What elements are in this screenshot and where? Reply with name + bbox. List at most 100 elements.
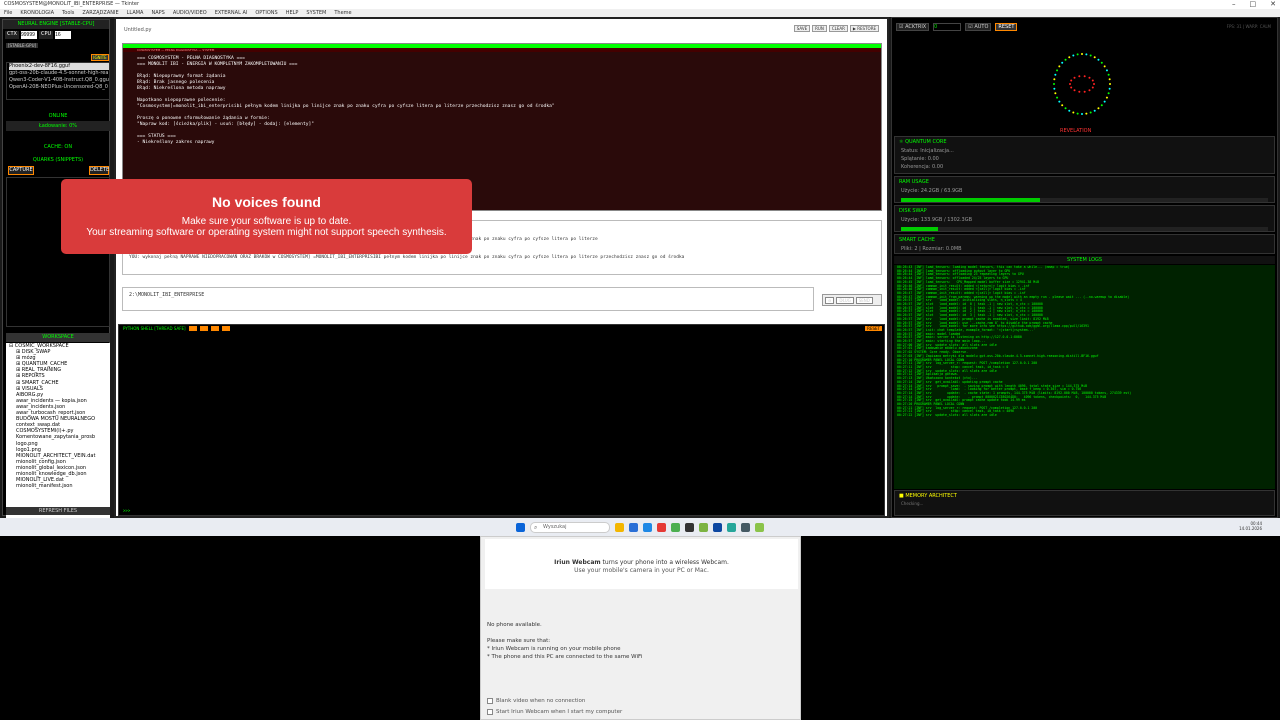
maximize-icon[interactable]: □	[1250, 0, 1257, 9]
acktrix-toggle[interactable]: ☑ ACKTRIX	[896, 23, 930, 31]
menu-item-4[interactable]: LLAMA	[127, 9, 144, 17]
shell-prompt[interactable]: >>>	[123, 508, 130, 513]
menu-item-11[interactable]: Theme	[334, 9, 351, 17]
orbit-core-dot	[1073, 76, 1076, 79]
tree-item[interactable]: Komentowane_zapytania_prosb	[9, 434, 110, 440]
orbit-dot	[1093, 109, 1096, 112]
cpu-input[interactable]	[55, 31, 72, 39]
webcam-tagline: turns your phone into a wireless Webcam.	[600, 559, 729, 566]
taskbar-clock[interactable]: 00:44 14.01.2026	[1239, 521, 1262, 531]
engine-status: ONLINE	[48, 113, 68, 119]
orbit-dot	[1105, 96, 1108, 99]
menu-item-10[interactable]: SYSTEM	[306, 9, 326, 17]
quantum-coherence: Koherencja: 0.00	[901, 164, 944, 170]
terminal-icon[interactable]	[685, 522, 694, 532]
orbit-dot	[1097, 107, 1100, 110]
tool-icon[interactable]	[699, 522, 708, 532]
system-logs[interactable]: 00:26:43 [INF] load_tensors: loading mod…	[894, 265, 1275, 489]
orbit-dot	[1061, 61, 1064, 64]
menu-bar: File KRONOLOGIA Tools ZARZĄDZANIE LLAMA NAPS A…	[0, 9, 1280, 17]
send-button[interactable]: SEND	[855, 296, 873, 304]
ctx-label: CTX	[5, 31, 19, 39]
orbit-dot	[1064, 58, 1067, 61]
model-option[interactable]: gpt-oss-20b-claude-4.5-sonnet-high-rea	[9, 70, 109, 77]
ctx-row: CTX CPU	[3, 29, 109, 41]
orbit-dot	[1085, 53, 1088, 56]
shell-btn-4[interactable]	[221, 326, 230, 331]
tree-item[interactable]: mionolit_manifest.json	[9, 483, 110, 489]
shell-reset-button[interactable]: RESET	[865, 326, 882, 331]
model-option[interactable]: OpenAI-20B-NEOPlus-Uncensored-Q8_0	[9, 84, 109, 91]
menu-item-5[interactable]: NAPS	[151, 9, 164, 17]
orbit-dot	[1058, 100, 1061, 103]
visual-reset-button[interactable]: RESET	[995, 23, 1018, 31]
orbit-visual	[1053, 53, 1111, 115]
mode-chip[interactable]: [STABLE-GPU]	[6, 43, 39, 48]
capture-button[interactable]: CAPTURE	[8, 166, 34, 175]
ignite-button[interactable]: IGNITE	[91, 54, 109, 61]
orbit-dot	[1068, 56, 1071, 59]
model-list[interactable]: Phoenix2-dev-8F16.gguf gpt-oss-20b-claude…	[6, 62, 110, 100]
command-input[interactable]: 2:\MONOLIT_IBI_ENTERPRISE	[122, 287, 814, 311]
start-icon[interactable]	[516, 522, 525, 532]
editor-toolbar: SAVE RUN CLEAR ▶ RESTORE	[793, 25, 879, 32]
webcam-sub: Use your mobile's camera in your PC or M…	[574, 567, 709, 574]
toolbar-button[interactable]: ▶ RESTORE	[849, 25, 879, 32]
menu-item-0[interactable]: File	[4, 9, 12, 17]
menu-item-7[interactable]: EXTERNAL AI	[215, 9, 248, 17]
orbit-dot	[1089, 111, 1092, 114]
chrome-icon[interactable]	[657, 522, 666, 532]
menu-item-6[interactable]: AUDIO/VIDEO	[173, 9, 207, 17]
toolbar-button[interactable]: RUN	[812, 25, 827, 32]
autostart-label: Start Iriun Webcam when I start my compu…	[496, 709, 623, 715]
orbit-dot	[1054, 92, 1057, 95]
tab-untitled[interactable]: Untitled.py	[124, 27, 152, 33]
close-icon[interactable]: ✕	[1270, 0, 1276, 9]
auto-toggle[interactable]: ☑ AUTO	[965, 23, 992, 31]
quantum-title: ⚛ QUANTUM CORE	[899, 139, 947, 145]
menu-item-3[interactable]: ZARZĄDZANIE	[82, 9, 118, 17]
menu-item-1[interactable]: KRONOLOGIA	[20, 9, 54, 17]
mail-icon[interactable]	[643, 522, 652, 532]
orbit-dot	[1108, 78, 1111, 81]
shell-btn-3[interactable]	[210, 326, 219, 331]
checkbox-icon	[487, 698, 493, 704]
display-icon[interactable]	[741, 522, 750, 532]
minimize-icon[interactable]: –	[1232, 0, 1236, 9]
file-explorer-icon[interactable]	[615, 522, 624, 532]
send-button[interactable]: ⊖	[825, 296, 835, 304]
workspace-tree[interactable]: ⊟ COSMIC_WORKSPACE ⊞ DISK_SWAP ⊞ mózg ⊞ QUA…	[6, 343, 110, 522]
python-shell[interactable]: PYTHON SHELL [THREAD SAFE] RESET >>>	[118, 324, 885, 516]
acktrix-input[interactable]	[933, 23, 962, 31]
orbit-dot	[1056, 96, 1059, 99]
shell-btn-1[interactable]	[188, 326, 197, 331]
orbit-dot	[1085, 112, 1088, 115]
send-button[interactable]: DŁUG	[836, 296, 854, 304]
tree-item[interactable]: MIONOLIT_ARCHITECT_VEIN.dat	[9, 453, 110, 459]
model-option[interactable]: Qwen3-Coder-V1-40B-Instruct.Q8_0.gguf	[9, 77, 109, 84]
refresh-files-button[interactable]: REFRESH FILES	[6, 507, 110, 515]
orbit-dot	[1103, 100, 1106, 103]
blank-video-checkbox[interactable]: Blank video when no connection	[487, 698, 585, 704]
network-icon[interactable]	[727, 522, 736, 532]
ctx-input[interactable]	[20, 31, 37, 39]
app-icon[interactable]	[671, 522, 680, 532]
vscode-icon[interactable]	[713, 522, 722, 532]
autostart-checkbox[interactable]: Start Iriun Webcam when I start my compu…	[487, 709, 622, 715]
system-logs-title: SYSTEM LOGS	[894, 256, 1275, 264]
model-option[interactable]: Phoenix2-dev-8F16.gguf	[9, 63, 109, 70]
toolbar-button[interactable]: SAVE	[793, 25, 811, 32]
orbit-dot	[1068, 109, 1071, 112]
ram-title: RAM USAGE	[899, 179, 929, 185]
checkbox-icon	[487, 709, 493, 715]
taskbar-search[interactable]: Wyszukaj	[530, 521, 610, 533]
toolbar-button[interactable]: CLEAR	[828, 25, 848, 32]
python-icon[interactable]	[755, 522, 764, 532]
store-icon[interactable]	[629, 522, 638, 532]
shell-btn-2[interactable]	[199, 326, 208, 331]
menu-item-8[interactable]: OPTIONS	[255, 9, 277, 17]
menu-item-9[interactable]: HELP	[286, 9, 299, 17]
menu-item-2[interactable]: Tools	[62, 9, 74, 17]
delete-button[interactable]: DELETE	[89, 166, 109, 175]
editor-panel: Untitled.py SAVE RUN CLEAR ▶ RESTORE COSMOS…	[114, 17, 889, 518]
